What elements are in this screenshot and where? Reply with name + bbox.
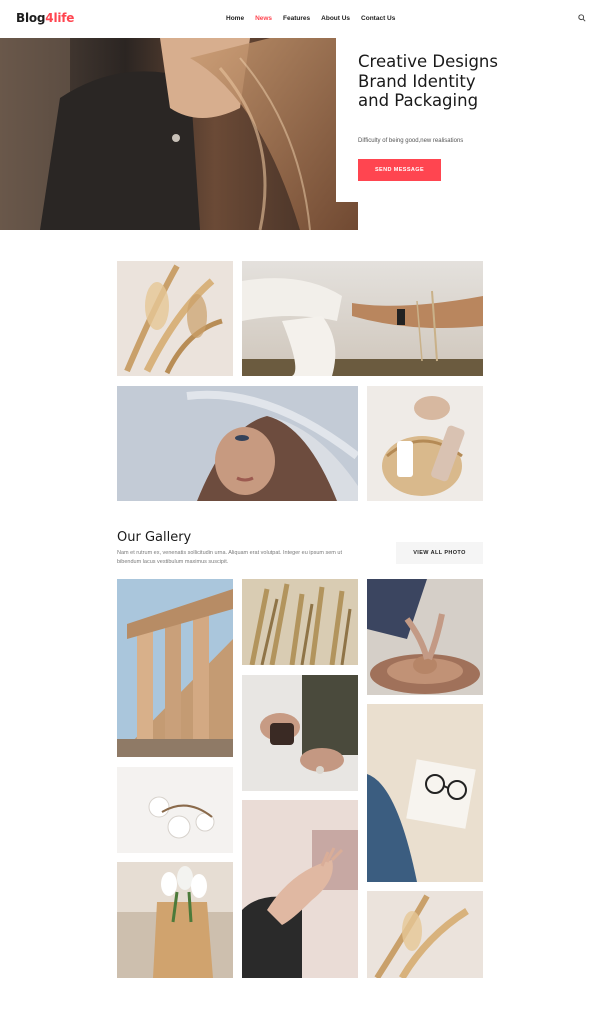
photo-jeans-glasses[interactable] [367,704,483,882]
main-nav: Home News Features About Us Contact Us [226,15,395,22]
hero-title: Creative Designs Brand Identity and Pack… [358,52,498,110]
photo-woman-veil[interactable] [117,386,358,501]
photo-cotton-flowers[interactable] [117,767,233,853]
photo-net-bag[interactable] [367,386,483,501]
photo-pouring-bottle[interactable] [242,675,358,791]
nav-about-us[interactable]: About Us [321,15,350,22]
send-message-button[interactable]: SEND MESSAGE [358,159,441,181]
logo-text-blog: Blog [16,11,46,25]
photo-ancient-columns[interactable] [117,579,233,757]
site-header: Blog4life Home News Features About Us Co… [0,0,600,38]
nav-features[interactable]: Features [283,15,310,22]
search-icon[interactable] [578,14,586,22]
photo-dried-flowers-2[interactable] [367,891,483,978]
gallery-title: Our Gallery [117,530,192,545]
photo-hand-sweater[interactable] [242,800,358,978]
nav-home[interactable]: Home [226,15,244,22]
view-all-photo-button[interactable]: VIEW ALL PHOTO [396,542,483,564]
gallery-description: Nam et rutrum ex, venenatis sollicitudin… [117,550,342,565]
nav-news[interactable]: News [255,15,272,22]
site-logo[interactable]: Blog4life [16,11,74,25]
photo-hands-touching[interactable] [242,261,483,376]
photo-dried-flowers[interactable] [117,261,233,376]
nav-contact-us[interactable]: Contact Us [361,15,395,22]
photo-wheat-grass[interactable] [242,579,358,665]
logo-text-4life: 4life [45,11,75,25]
photo-pottery-wheel[interactable] [367,579,483,695]
hero-subtitle: Difficulty of being good,new realisation… [358,138,464,144]
photo-tulips-bag[interactable] [117,862,233,978]
hero-image [0,38,358,230]
